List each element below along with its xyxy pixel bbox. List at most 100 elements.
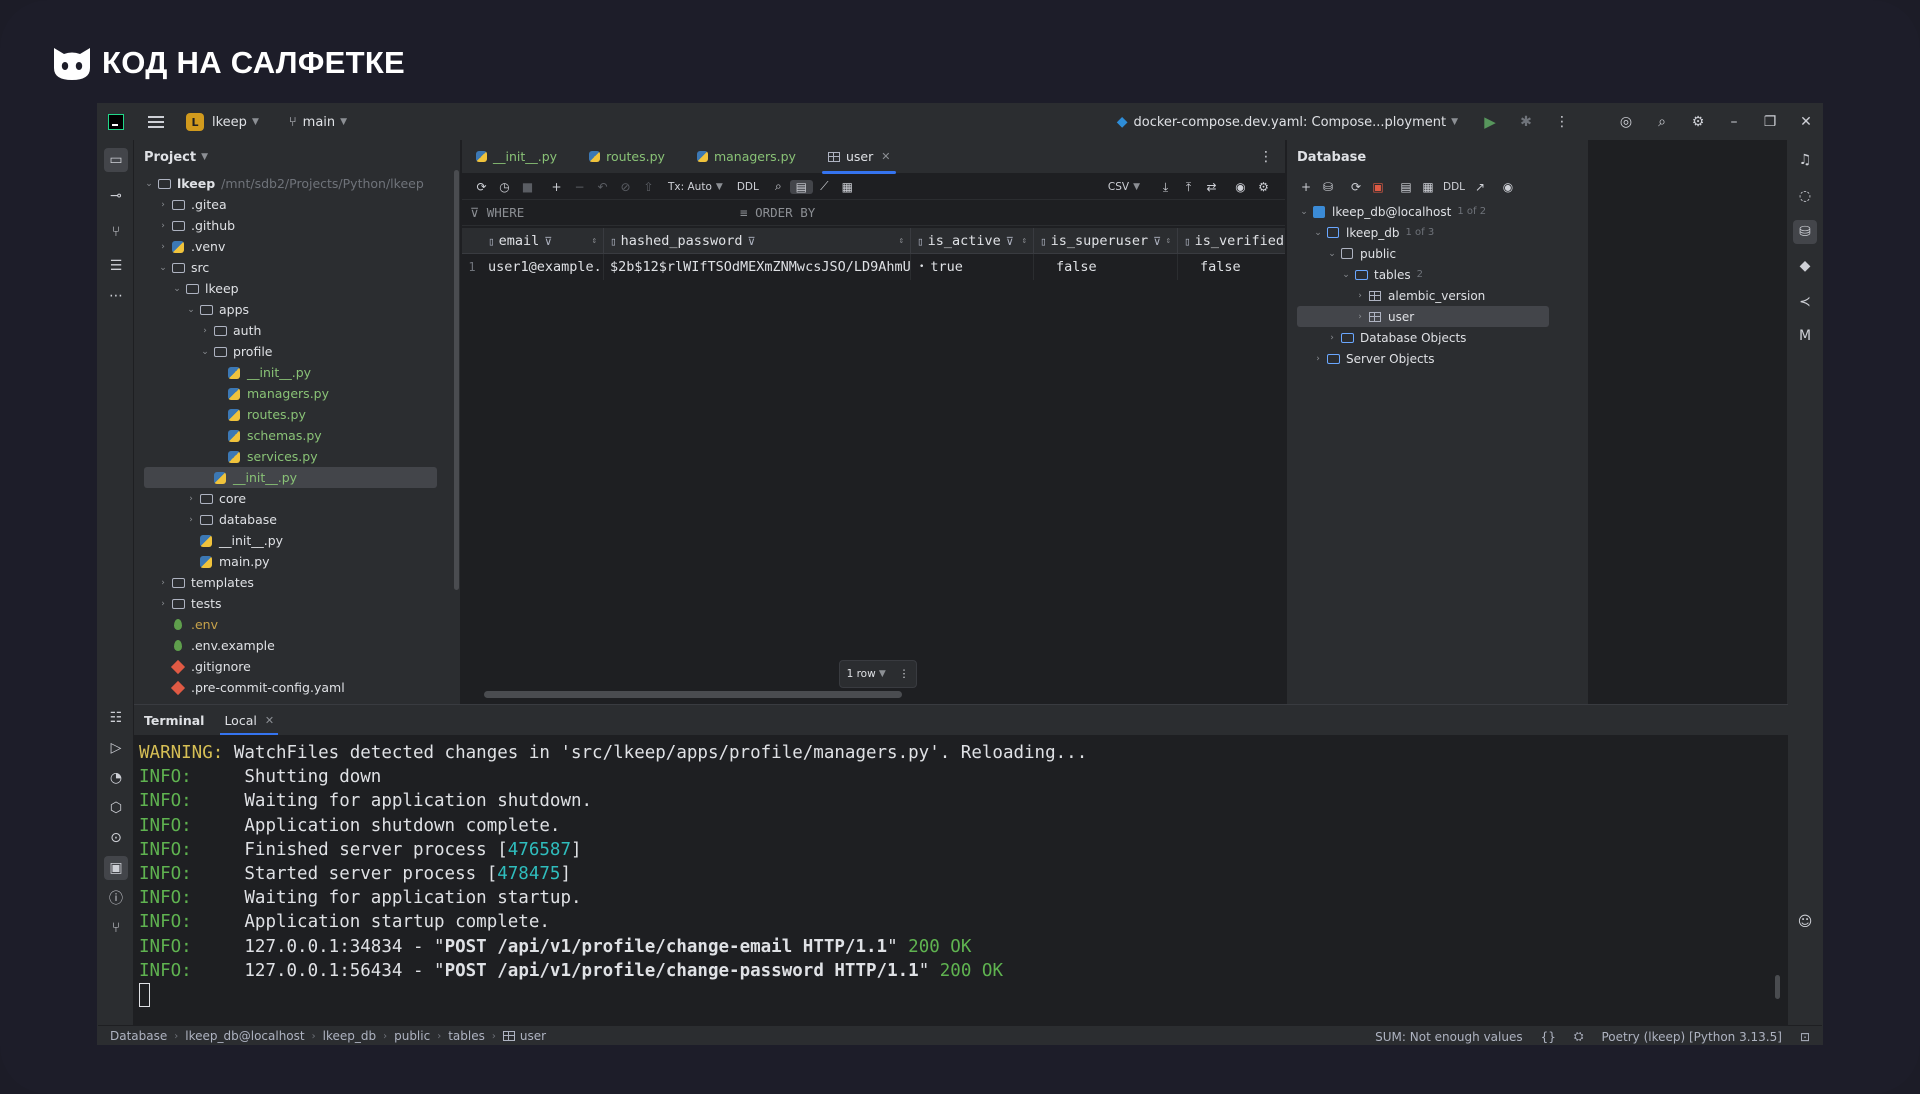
column-header-email[interactable]: ▯ email ⊽ ⇕ bbox=[482, 228, 604, 254]
tree-item[interactable]: › database bbox=[134, 509, 444, 530]
tree-item[interactable]: › .github bbox=[134, 215, 444, 236]
sort-icon[interactable]: ⇕ bbox=[1022, 236, 1027, 246]
database-icon[interactable]: ⛁ bbox=[1793, 220, 1817, 244]
preview-changes-icon[interactable]: ⊘ bbox=[614, 180, 637, 194]
column-header-hashed-password[interactable]: ▯ hashed_password ⊽ ⇕ bbox=[604, 228, 911, 254]
import-icon[interactable]: ⤒ bbox=[1177, 180, 1200, 195]
ddl-button[interactable]: DDL bbox=[1443, 181, 1465, 193]
column-header-is-verified[interactable]: ▯is_verified⊽ bbox=[1178, 228, 1285, 254]
sort-icon[interactable]: ⇕ bbox=[592, 236, 597, 246]
python-interpreter[interactable]: Poetry (lkeep) [Python 3.13.5] bbox=[1601, 1030, 1781, 1044]
console-icon[interactable]: ▤ bbox=[1395, 180, 1417, 194]
filter-icon[interactable]: ⊽ bbox=[1153, 235, 1161, 248]
tree-item[interactable]: › .gitea bbox=[134, 194, 444, 215]
structure-icon[interactable]: ☰ bbox=[104, 254, 128, 278]
tree-item[interactable]: .env.example bbox=[134, 635, 444, 656]
tree-item[interactable]: .env bbox=[134, 614, 444, 635]
main-menu-icon[interactable] bbox=[148, 116, 164, 128]
column-header-is-superuser[interactable]: ▯ is_superuser ⊽ ⇕ bbox=[1034, 228, 1178, 254]
terminal-icon[interactable]: ▣ bbox=[104, 856, 128, 880]
tab-routes-py[interactable]: routes.py bbox=[575, 140, 679, 174]
close-window-icon[interactable]: ✕ bbox=[1788, 114, 1822, 130]
grid-horizontal-scrollbar[interactable] bbox=[484, 691, 902, 698]
row-count-pill[interactable]: 1 row ▼ ⋮ bbox=[839, 660, 917, 688]
refresh-icon[interactable]: ⟳ bbox=[470, 180, 493, 194]
sort-icon[interactable]: ⇕ bbox=[1166, 236, 1171, 246]
run-tool-icon[interactable]: ▷ bbox=[104, 736, 128, 760]
ai-chat-icon[interactable]: ◌ bbox=[1793, 184, 1817, 208]
db-table-alembic-version[interactable]: › alembic_version bbox=[1287, 285, 1587, 306]
view-options-icon[interactable]: ◉ bbox=[1497, 180, 1519, 194]
tree-item[interactable]: schemas.py bbox=[134, 425, 444, 446]
chart-view-icon[interactable]: ⟋ bbox=[813, 179, 836, 194]
tree-item[interactable]: main.py bbox=[134, 551, 444, 572]
project-scrollbar[interactable] bbox=[454, 170, 459, 590]
more-tools-icon[interactable]: ⋯ bbox=[104, 284, 128, 308]
terminal-tab-local[interactable]: Local ✕ bbox=[214, 705, 284, 735]
filter-icon[interactable]: ⊽ bbox=[1006, 235, 1014, 248]
delete-row-icon[interactable]: − bbox=[568, 180, 591, 194]
db-objects[interactable]: › Database Objects bbox=[1287, 327, 1587, 348]
terminal-prompt[interactable] bbox=[139, 983, 1788, 1008]
run-icon[interactable]: ▶ bbox=[1472, 113, 1508, 131]
tree-item[interactable]: services.py bbox=[134, 446, 444, 467]
run-config-selector[interactable]: docker-compose.dev.yaml: Compose...ploym… bbox=[1133, 115, 1446, 130]
services-run-icon[interactable]: ⊙ bbox=[104, 826, 128, 850]
pycharm-icon[interactable] bbox=[108, 114, 124, 130]
project-folder-icon[interactable]: ▭ bbox=[104, 148, 128, 172]
breadcrumb-item[interactable]: user bbox=[520, 1029, 546, 1043]
tab-init-py[interactable]: __init__.py bbox=[462, 140, 571, 174]
project-switcher[interactable]: lkeep bbox=[212, 115, 247, 130]
aggregate-sum[interactable]: SUM: Not enough values bbox=[1375, 1030, 1522, 1044]
project-badge[interactable]: L bbox=[186, 113, 204, 131]
column-header-is-active[interactable]: ▯ is_active ⊽ ⇕ bbox=[911, 228, 1034, 254]
cell-email[interactable]: user1@example.com bbox=[482, 254, 604, 280]
endpoints-icon[interactable]: ≺ bbox=[1793, 290, 1817, 314]
pull-requests-icon[interactable]: ⑂ bbox=[104, 220, 128, 244]
tab-managers-py[interactable]: managers.py bbox=[683, 140, 810, 174]
history-icon[interactable]: ◷ bbox=[493, 180, 516, 194]
stop-icon[interactable]: ■ bbox=[516, 180, 539, 194]
tree-item[interactable]: .gitignore bbox=[134, 656, 444, 677]
breadcrumb-item[interactable]: lkeep_db@localhost bbox=[185, 1029, 304, 1043]
tree-item[interactable]: ⌄ profile bbox=[134, 341, 444, 362]
tab-user-table[interactable]: user ✕ bbox=[814, 140, 904, 174]
notifications-icon[interactable]: ♫ bbox=[1793, 148, 1817, 172]
close-tab-icon[interactable]: ✕ bbox=[881, 150, 890, 163]
add-icon[interactable]: + bbox=[1295, 180, 1317, 194]
commit-icon[interactable]: ⊸ bbox=[104, 184, 128, 208]
markdown-icon[interactable]: M bbox=[1793, 324, 1817, 348]
tree-item[interactable]: routes.py bbox=[134, 404, 444, 425]
tx-mode-selector[interactable]: Tx: Auto bbox=[668, 181, 712, 193]
python-console-icon[interactable]: ◔ bbox=[104, 766, 128, 790]
table-row[interactable]: 1 user1@example.com $2b$12$rlWIfTSOdMEXm… bbox=[462, 254, 1285, 280]
tree-item[interactable]: __init__.py bbox=[134, 530, 444, 551]
db-connection[interactable]: ⌄ lkeep_db@localhost 1 of 2 bbox=[1287, 201, 1587, 222]
more-options-icon[interactable]: ⋮ bbox=[899, 668, 910, 680]
disconnect-icon[interactable]: ▣ bbox=[1367, 180, 1389, 194]
cell-is-superuser[interactable]: false bbox=[1034, 254, 1178, 280]
minimize-icon[interactable]: – bbox=[1716, 114, 1752, 130]
record-view-icon[interactable]: ▦ bbox=[836, 180, 859, 194]
export-format-selector[interactable]: CSV bbox=[1108, 181, 1129, 193]
git-icon[interactable]: ⑂ bbox=[104, 916, 128, 940]
tree-item[interactable]: ⌄ apps bbox=[134, 299, 444, 320]
redis-icon[interactable]: ◆ bbox=[1793, 254, 1817, 278]
export-icon[interactable]: ⤓ bbox=[1154, 180, 1177, 195]
find-icon[interactable]: ⌕ bbox=[767, 179, 790, 194]
tabs-more-icon[interactable]: ⋮ bbox=[1259, 149, 1273, 165]
ai-assistant-icon[interactable]: ◎ bbox=[1608, 114, 1644, 130]
terminal-scrollbar[interactable] bbox=[1775, 975, 1780, 999]
order-by-input[interactable]: ≡ ORDER BY bbox=[732, 205, 815, 220]
cell-is-verified[interactable]: false bbox=[1178, 254, 1285, 280]
tree-item[interactable]: ⌄ src bbox=[134, 257, 444, 278]
db-table-user[interactable]: › user bbox=[1297, 306, 1549, 327]
breadcrumb-item[interactable]: public bbox=[394, 1029, 430, 1043]
breadcrumb-item[interactable]: Database bbox=[110, 1029, 167, 1043]
tree-item[interactable]: ⌄ lkeep bbox=[134, 278, 444, 299]
filter-icon[interactable]: ⊽ bbox=[748, 235, 756, 248]
grid-settings-icon[interactable]: ⚙ bbox=[1252, 180, 1275, 194]
read-only-lock-icon[interactable]: ⊡ bbox=[1800, 1030, 1810, 1044]
db-database[interactable]: ⌄ lkeep_db 1 of 3 bbox=[1287, 222, 1587, 243]
cell-hashed-password[interactable]: $2b$12$rlWIfTSOdMEXmZNMwcsJSO/LD9AhmUPC.… bbox=[604, 254, 911, 280]
